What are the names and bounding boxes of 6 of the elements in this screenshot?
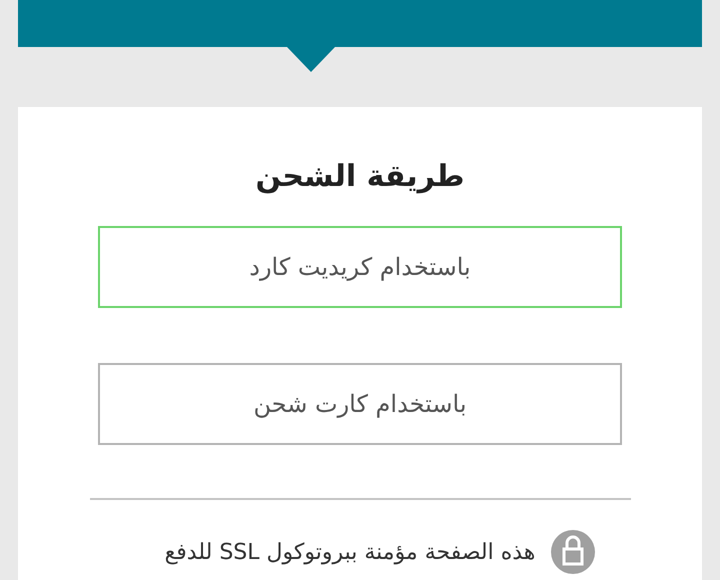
security-note: هذه الصفحة مؤمنة ببروتوكول SSL للدفع [164,540,536,564]
pointer-icon [287,47,335,72]
payment-option[interactable]: باستخدام كارت شحن [98,363,622,445]
payment-option[interactable]: باستخدام كريديت كارد [98,226,622,308]
section-title: طريقة الشحن [255,159,465,194]
lock-icon [551,530,596,574]
